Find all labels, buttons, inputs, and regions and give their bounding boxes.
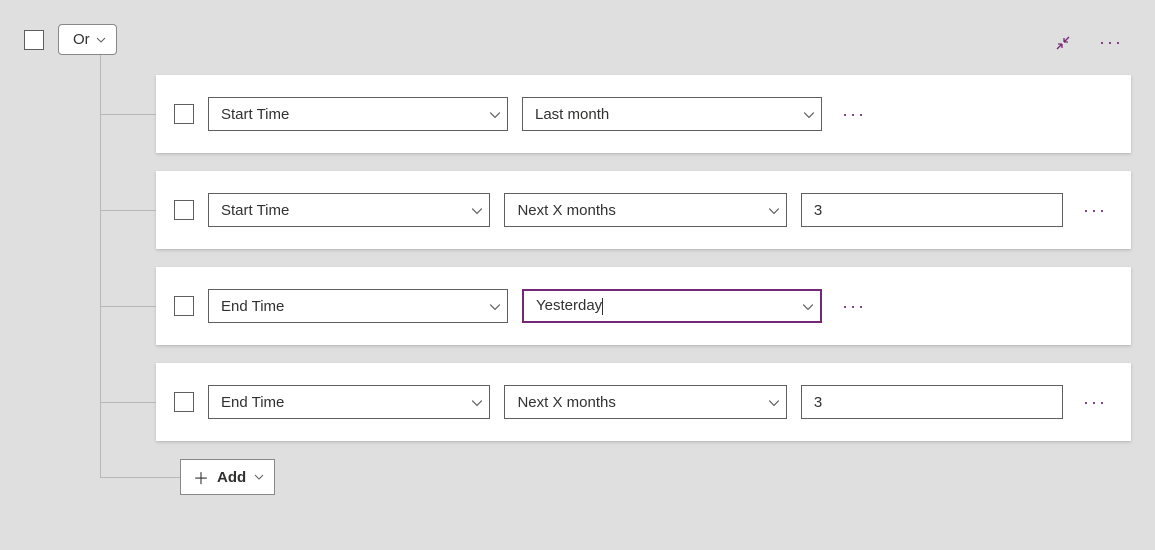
condition-card: End Time Next X months ··· — [156, 363, 1131, 441]
condition-row: End Time Next X months ··· — [100, 363, 1131, 441]
chevron-down-icon — [768, 205, 778, 215]
condition-card: End Time Yesterday ··· — [156, 267, 1131, 345]
tree-connector-branch — [100, 402, 156, 403]
add-button-label: Add — [217, 469, 246, 486]
chevron-down-icon — [802, 301, 812, 311]
condition-row: End Time Yesterday ··· — [100, 267, 1131, 345]
chevron-down-icon — [489, 109, 499, 119]
condition-more-button[interactable]: ··· — [836, 100, 872, 129]
field-dropdown-value: End Time — [221, 298, 284, 315]
tree-connector-branch — [100, 306, 156, 307]
chevron-down-icon — [489, 301, 499, 311]
group-operator-label: Or — [73, 31, 90, 48]
condition-checkbox[interactable] — [174, 296, 194, 316]
collapse-icon[interactable] — [1055, 35, 1071, 51]
condition-more-button[interactable]: ··· — [1077, 388, 1113, 417]
field-dropdown[interactable]: End Time — [208, 385, 490, 419]
condition-more-button[interactable]: ··· — [836, 292, 872, 321]
text-caret — [602, 298, 603, 315]
operator-dropdown-value: Next X months — [517, 202, 615, 219]
chevron-down-icon — [254, 472, 264, 482]
operator-dropdown-value: Last month — [535, 106, 609, 123]
condition-row: Start Time Next X months ··· — [100, 171, 1131, 249]
condition-card: Start Time Last month ··· — [156, 75, 1131, 153]
header-more-button[interactable]: ··· — [1093, 28, 1129, 57]
operator-dropdown[interactable]: Last month — [522, 97, 822, 131]
chevron-down-icon — [471, 205, 481, 215]
chevron-down-icon — [803, 109, 813, 119]
operator-dropdown-value: Yesterday — [536, 297, 602, 314]
value-input[interactable] — [801, 385, 1063, 419]
plus-icon: ＋ — [193, 465, 209, 489]
condition-row: Start Time Last month ··· — [100, 75, 1131, 153]
group-checkbox[interactable] — [24, 30, 44, 50]
value-input[interactable] — [801, 193, 1063, 227]
operator-dropdown-value: Next X months — [517, 394, 615, 411]
condition-checkbox[interactable] — [174, 392, 194, 412]
condition-card: Start Time Next X months ··· — [156, 171, 1131, 249]
operator-dropdown[interactable]: Next X months — [504, 193, 786, 227]
chevron-down-icon — [96, 35, 106, 45]
condition-checkbox[interactable] — [174, 104, 194, 124]
group-operator-dropdown[interactable]: Or — [58, 24, 117, 55]
chevron-down-icon — [471, 397, 481, 407]
operator-dropdown[interactable]: Yesterday — [522, 289, 822, 323]
field-dropdown[interactable]: Start Time — [208, 193, 490, 227]
condition-more-button[interactable]: ··· — [1077, 196, 1113, 225]
condition-checkbox[interactable] — [174, 200, 194, 220]
field-dropdown-value: Start Time — [221, 106, 289, 123]
field-dropdown[interactable]: Start Time — [208, 97, 508, 131]
tree-connector-branch — [100, 477, 180, 478]
field-dropdown[interactable]: End Time — [208, 289, 508, 323]
tree-connector-branch — [100, 114, 156, 115]
field-dropdown-value: End Time — [221, 394, 284, 411]
add-button[interactable]: ＋ Add — [180, 459, 275, 495]
chevron-down-icon — [768, 397, 778, 407]
operator-dropdown[interactable]: Next X months — [504, 385, 786, 419]
field-dropdown-value: Start Time — [221, 202, 289, 219]
tree-connector-branch — [100, 210, 156, 211]
